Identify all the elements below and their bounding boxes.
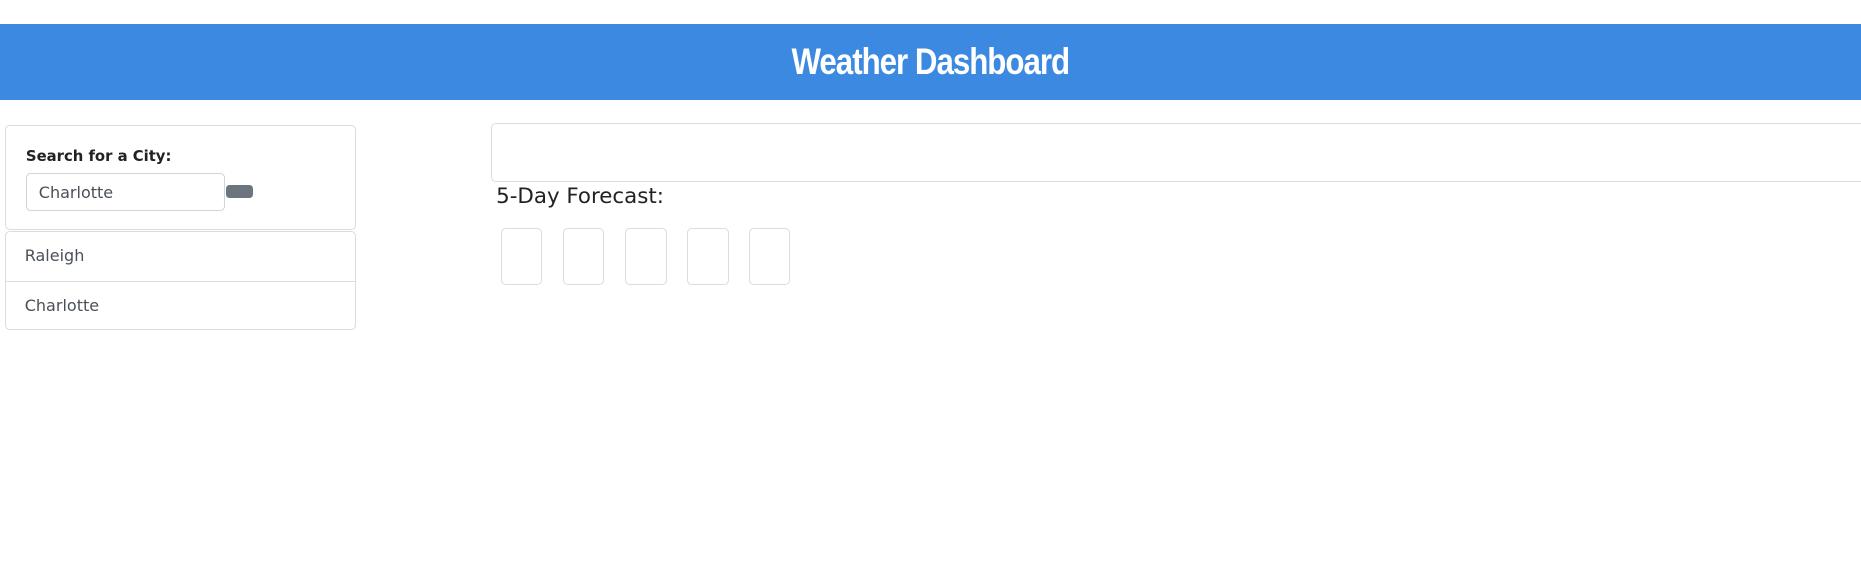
city-search-input[interactable] xyxy=(25,173,226,212)
history-item-charlotte[interactable]: Charlotte xyxy=(5,281,356,330)
page-title: Weather Dashboard xyxy=(791,40,1071,82)
forecast-title: 5-Day Forecast: xyxy=(496,183,664,209)
current-weather-panel xyxy=(491,123,1861,182)
forecast-card-1 xyxy=(500,227,543,285)
search-card: Search for a City: xyxy=(4,124,357,231)
page-header: Weather Dashboard xyxy=(0,23,1861,100)
forecast-card-5 xyxy=(748,227,791,285)
search-label: Search for a City: xyxy=(25,148,172,166)
history-item-raleigh[interactable]: Raleigh xyxy=(6,232,355,281)
forecast-card-3 xyxy=(625,227,668,285)
forecast-card-4 xyxy=(687,227,729,285)
search-history-list: Raleigh Charlotte xyxy=(4,231,357,330)
search-button[interactable] xyxy=(226,184,253,198)
forecast-card-2 xyxy=(562,227,605,285)
